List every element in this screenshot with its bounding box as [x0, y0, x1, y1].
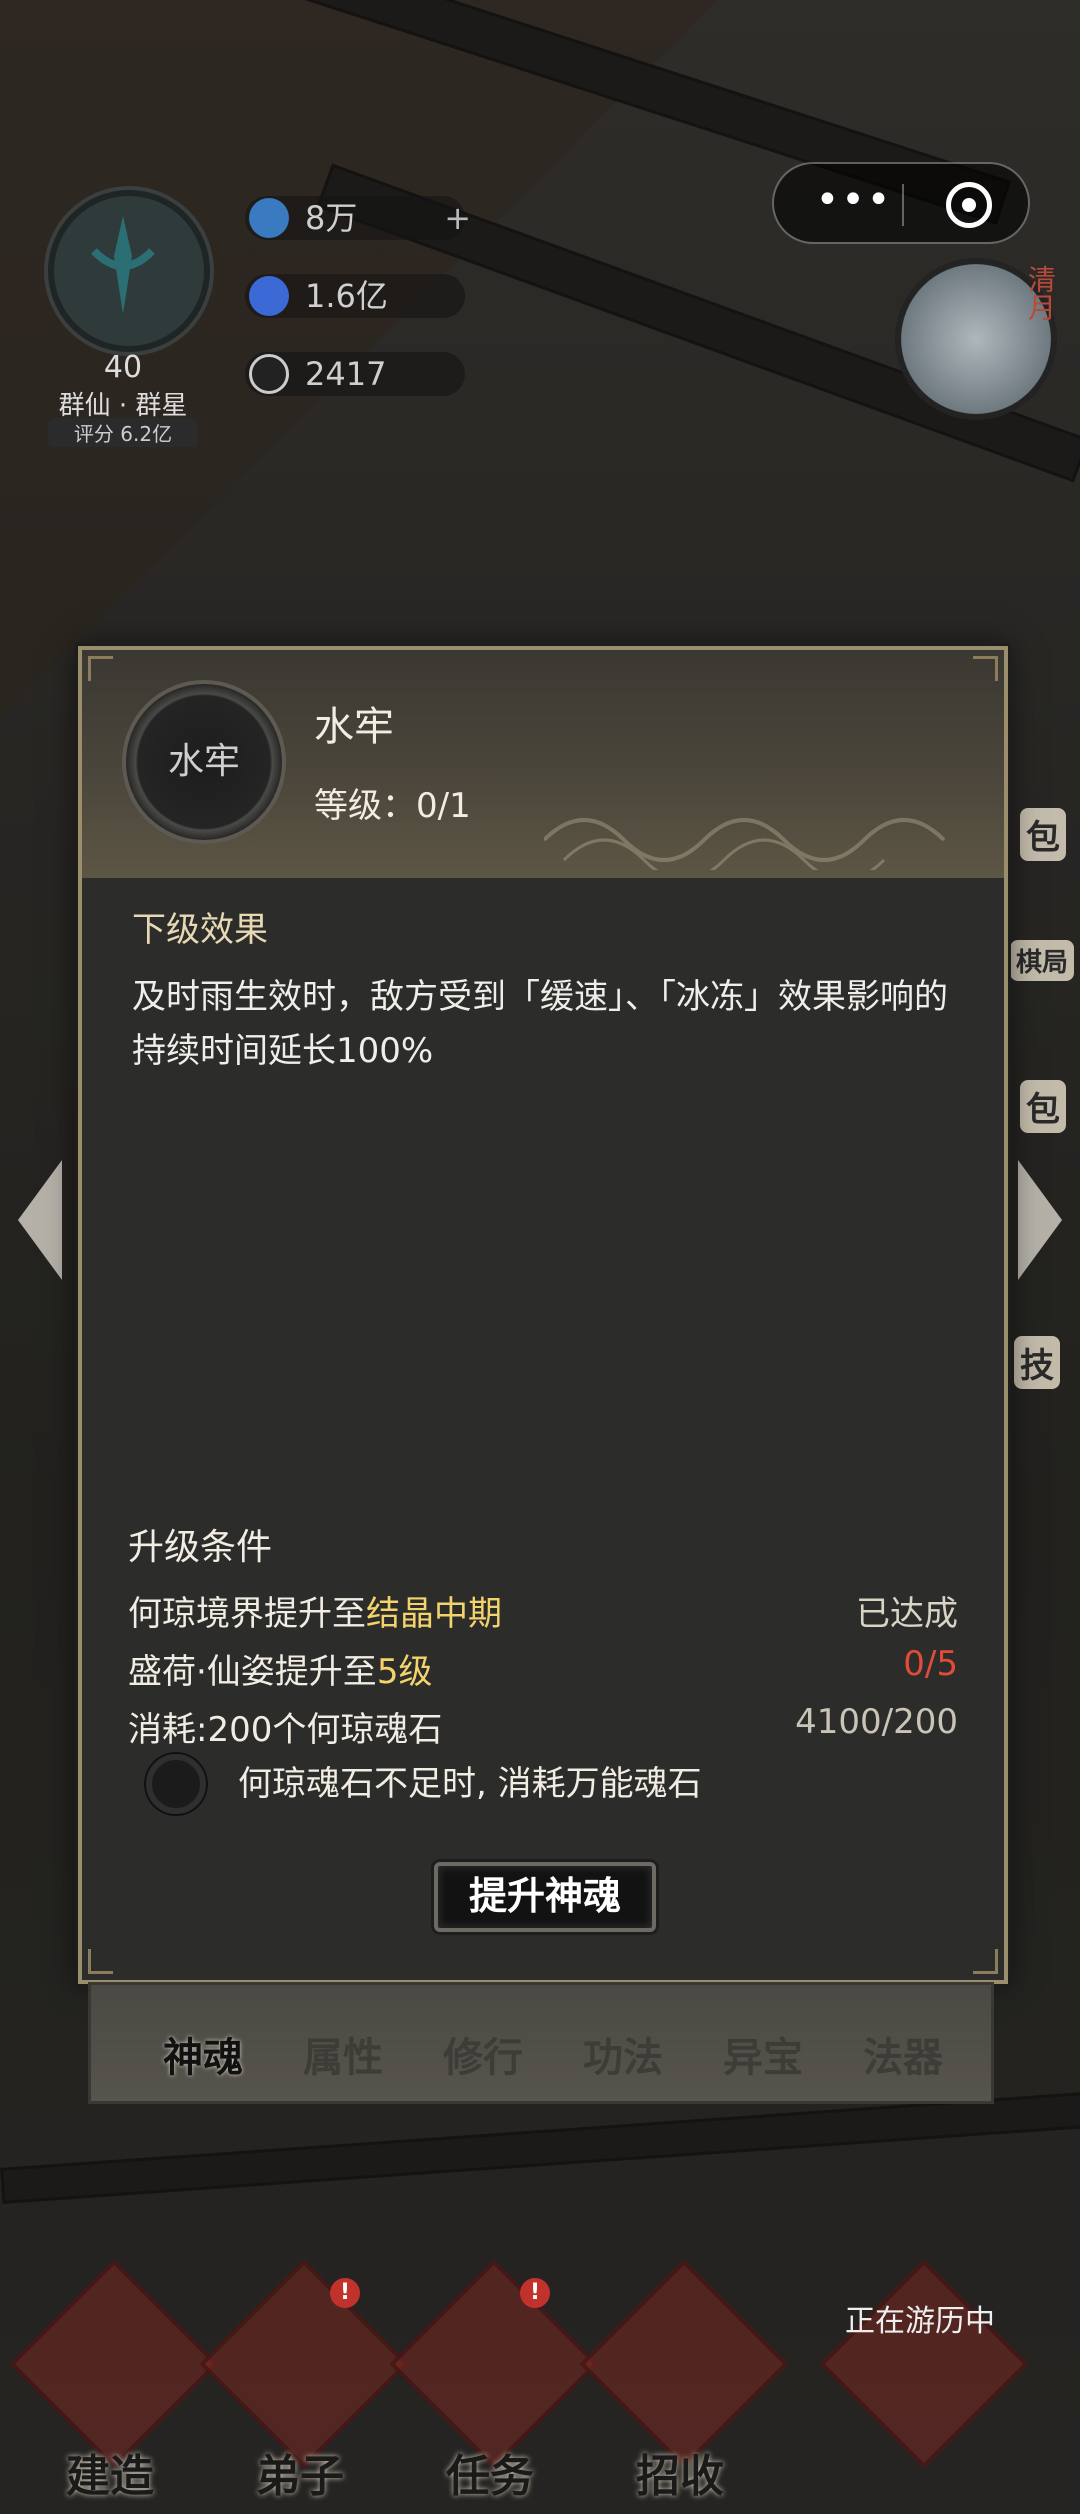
close-miniprogram-icon[interactable] [946, 182, 992, 228]
tab-label: 属性 [303, 2035, 383, 2081]
taiji-icon [249, 354, 289, 394]
recruit-icon [579, 2259, 789, 2469]
condition-status: 已达成 [856, 1594, 958, 1634]
condition-row: 消耗:200个何琼魂石 4100/200 [128, 1702, 958, 1758]
clock-label: 清月 [1024, 265, 1057, 321]
player-level: 40 [103, 350, 143, 385]
skill-icon: 水牢 [122, 680, 286, 844]
tab-techniques[interactable]: 功法 [573, 1991, 673, 2091]
condition-text: 何琼境界提升至结晶中期 [128, 1594, 502, 1634]
travel-icon [819, 2259, 1029, 2469]
resource-spirit-stone[interactable]: 8万 + [245, 196, 471, 240]
nav-label: 弟子 [256, 2451, 344, 2502]
nav-label: 任务 [446, 2451, 534, 2502]
miniprogram-capsule: ••• [772, 162, 1030, 244]
essence-orb-icon [249, 276, 289, 316]
tab-cultivation[interactable]: 修行 [433, 1991, 533, 2091]
tab-treasures[interactable]: 异宝 [713, 1991, 813, 2091]
resource-value: 1.6亿 [305, 277, 388, 315]
corner-ornament [88, 1949, 113, 1974]
toggle-label: 何琼魂石不足时, 消耗万能魂石 [238, 1764, 702, 1804]
condition-status: 0/5 [903, 1644, 958, 1684]
resource-taiji: 2417 [245, 352, 465, 396]
nav-disciples[interactable]: ! 弟子 [199, 2259, 409, 2502]
resource-value: 8万 [305, 199, 358, 237]
corner-ornament [88, 656, 113, 681]
nav-label: 招收 [636, 2451, 724, 2502]
add-resource-icon[interactable]: + [444, 196, 471, 240]
tab-attributes[interactable]: 属性 [293, 1991, 393, 2091]
nav-tasks[interactable]: ! 任务 [389, 2259, 599, 2502]
side-tag[interactable]: 包 [1020, 808, 1066, 861]
conditions-title: 升级条件 [128, 1527, 273, 1568]
dialog-header: 水牢 水牢 等级：0/1 [82, 650, 1004, 878]
nav-build[interactable]: 建造 [9, 2259, 219, 2502]
wave-pattern-icon [544, 818, 946, 870]
task-icon [389, 2259, 599, 2469]
category-tab-strip: 神魂 属性 修行 功法 异宝 法器 [88, 1982, 994, 2104]
tab-label: 功法 [583, 2035, 663, 2081]
nav-recruit[interactable]: 招收 [579, 2259, 789, 2502]
skill-name: 水牢 [314, 704, 394, 750]
player-score: 评分 6.2亿 [48, 418, 198, 447]
travel-status: 正在游历中 [845, 2304, 995, 2339]
build-icon [9, 2259, 219, 2469]
tab-soul[interactable]: 神魂 [153, 1991, 253, 2091]
spirit-stone-icon [249, 198, 289, 238]
side-tag[interactable]: 棋局 [1010, 940, 1075, 981]
skill-icon-label: 水牢 [167, 741, 240, 782]
capsule-divider [902, 184, 904, 226]
notification-badge-icon: ! [520, 2278, 550, 2308]
prev-arrow-icon[interactable] [18, 1160, 62, 1280]
tab-label: 修行 [443, 2035, 523, 2081]
use-universal-soulstone-toggle[interactable] [146, 1754, 206, 1814]
notification-badge-icon: ! [330, 2278, 360, 2308]
condition-text: 盛荷·仙姿提升至5级 [128, 1652, 433, 1692]
next-arrow-icon[interactable] [1018, 1160, 1062, 1280]
player-group: 群仙 · 群星 [58, 391, 188, 421]
tab-label: 法器 [863, 2035, 943, 2081]
corner-ornament [973, 1949, 998, 1974]
player-avatar-panel[interactable]: 40 群仙 · 群星 评分 6.2亿 [28, 150, 210, 450]
condition-text: 消耗:200个何琼魂石 [128, 1710, 443, 1750]
resource-essence: 1.6亿 [245, 274, 465, 318]
condition-status: 4100/200 [795, 1702, 958, 1742]
nav-label: 建造 [66, 2451, 154, 2502]
skill-detail-dialog: 水牢 水牢 等级：0/1 下级效果 及时雨生效时，敌方受到「缓速」、「冰冻」效果… [78, 646, 1008, 1984]
next-effect-text: 及时雨生效时，敌方受到「缓速」、「冰冻」效果影响的持续时间延长100% [132, 977, 948, 1071]
tab-label: 异宝 [723, 2035, 803, 2081]
skill-level: 等级：0/1 [314, 786, 471, 826]
sword-emblem-icon [48, 190, 210, 352]
next-effect-title: 下级效果 [132, 910, 268, 950]
more-options-icon[interactable]: ••• [814, 180, 894, 222]
disciple-icon [199, 2259, 409, 2469]
tab-label: 神魂 [163, 2035, 243, 2081]
condition-row: 何琼境界提升至结晶中期 已达成 [128, 1586, 958, 1642]
resource-value: 2417 [305, 355, 387, 393]
corner-ornament [973, 656, 998, 681]
side-tag[interactable]: 技 [1014, 1336, 1060, 1389]
upgrade-soul-button[interactable]: 提升神魂 [434, 1862, 656, 1932]
condition-row: 盛荷·仙姿提升至5级 0/5 [128, 1644, 958, 1700]
side-tag[interactable]: 包 [1020, 1080, 1066, 1133]
tab-artifacts[interactable]: 法器 [853, 1991, 953, 2091]
